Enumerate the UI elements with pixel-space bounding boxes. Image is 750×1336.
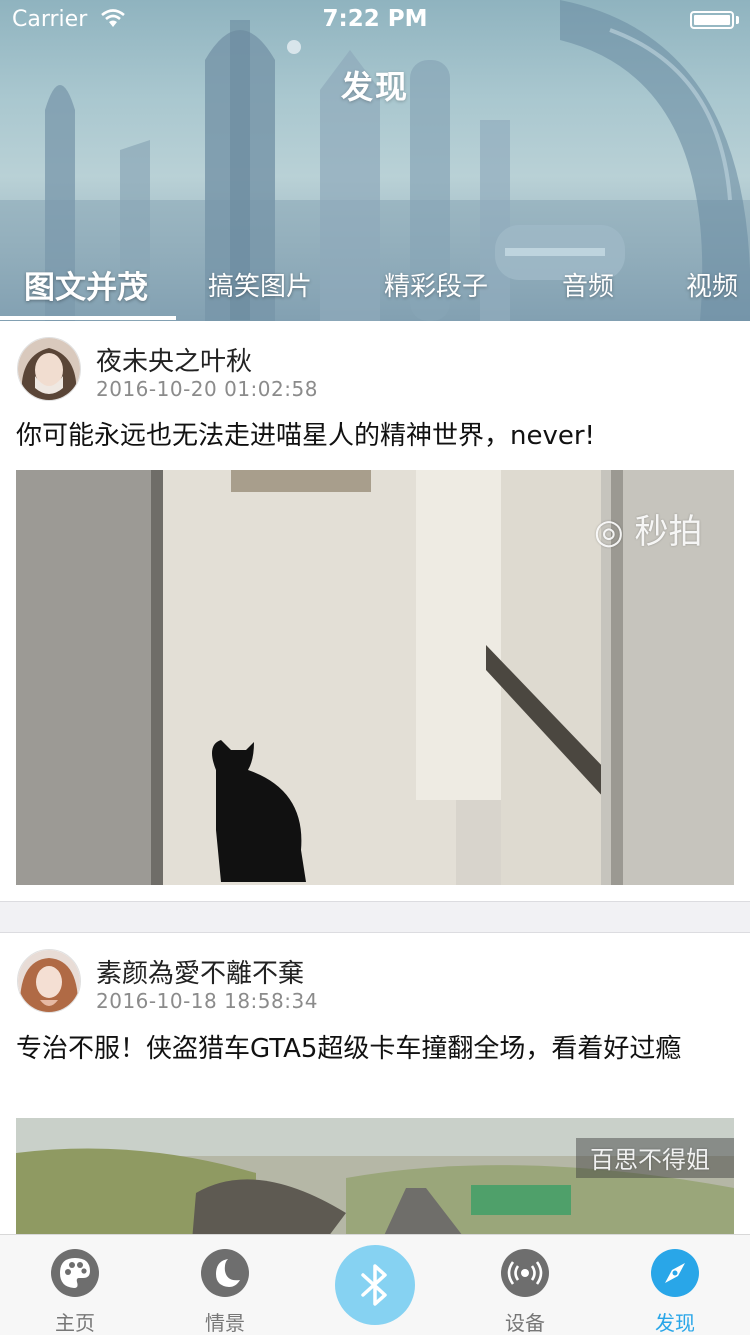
- post-username[interactable]: 素颜為愛不離不棄: [96, 953, 304, 990]
- header: Carrier 7:22 PM 发现 图文并茂 搞笑图片 精彩段子 音频 视频: [0, 0, 750, 321]
- post-timestamp: 2016-10-20 01:02:58: [96, 377, 318, 401]
- tabbar-label: 发现: [655, 1311, 695, 1335]
- bluetooth-button[interactable]: [335, 1245, 415, 1325]
- moon-icon: [201, 1249, 249, 1297]
- tab-video[interactable]: 视频: [686, 266, 738, 321]
- post-card[interactable]: 素颜為愛不離不棄 2016-10-18 18:58:34 专治不服！侠盗猎车GT…: [0, 932, 750, 1234]
- post-card[interactable]: 夜未央之叶秋 2016-10-20 01:02:58 你可能永远也无法走进喵星人…: [0, 321, 750, 902]
- post-timestamp: 2016-10-18 18:58:34: [96, 989, 318, 1013]
- post-video-thumbnail[interactable]: 百思不得姐: [16, 1118, 734, 1234]
- tabbar-label: 主页: [55, 1311, 95, 1335]
- category-tabs: 图文并茂 搞笑图片 精彩段子 音频 视频: [0, 258, 750, 321]
- watermark-logo: ◎ 秒拍: [594, 512, 703, 552]
- tabbar-item-discover[interactable]: 发现: [600, 1235, 750, 1335]
- feed-list[interactable]: 夜未央之叶秋 2016-10-20 01:02:58 你可能永远也无法走进喵星人…: [0, 321, 750, 1234]
- tabbar-label: 情景: [205, 1311, 245, 1335]
- tab-audio[interactable]: 音频: [562, 266, 614, 321]
- tab-graphic-text[interactable]: 图文并茂: [24, 262, 148, 321]
- palette-icon: [51, 1249, 99, 1297]
- avatar[interactable]: [17, 949, 81, 1013]
- post-username[interactable]: 夜未央之叶秋: [96, 341, 252, 378]
- tabbar-item-device[interactable]: 设备: [450, 1235, 600, 1335]
- post-video-thumbnail[interactable]: ◎ 秒拍: [16, 470, 734, 885]
- tab-funny-pictures[interactable]: 搞笑图片: [208, 266, 312, 321]
- tabbar-item-scene[interactable]: 情景: [150, 1235, 300, 1335]
- broadcast-icon: [501, 1249, 549, 1297]
- status-bar: Carrier 7:22 PM: [0, 0, 750, 40]
- tabbar-item-home[interactable]: 主页: [0, 1235, 150, 1335]
- avatar[interactable]: [17, 337, 81, 401]
- status-time: 7:22 PM: [322, 6, 428, 32]
- active-tab-indicator: [0, 316, 176, 320]
- battery-tip: [736, 16, 739, 24]
- compass-icon: [651, 1249, 699, 1297]
- tabbar-label: 设备: [505, 1311, 545, 1335]
- watermark-text: 秒拍: [634, 512, 703, 552]
- post-text: 你可能永远也无法走进喵星人的精神世界，never!: [16, 421, 595, 451]
- bluetooth-icon: [361, 1264, 387, 1306]
- watermark-text: 百思不得姐: [590, 1146, 710, 1174]
- post-text: 专治不服！侠盗猎车GTA5超级卡车撞翻全场，看着好过瘾: [16, 1034, 682, 1064]
- battery-icon: [690, 11, 734, 29]
- tab-jokes[interactable]: 精彩段子: [384, 266, 488, 321]
- page-title: 发现: [340, 68, 409, 106]
